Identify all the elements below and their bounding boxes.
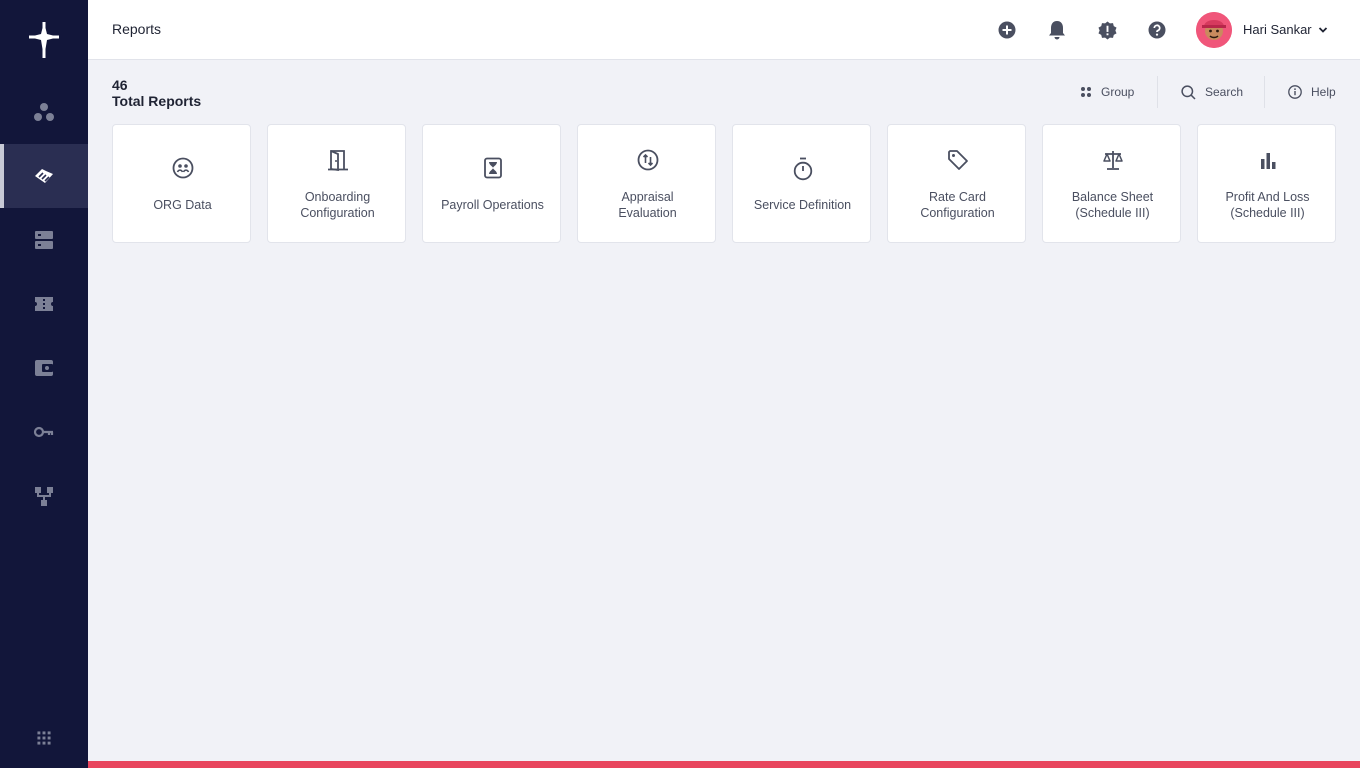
report-card-label: Configuration <box>300 206 375 220</box>
report-card-org-data[interactable]: ORG Data <box>112 124 251 243</box>
report-card-label: (Schedule III) <box>1230 206 1305 220</box>
bar-chart-icon <box>1260 153 1275 169</box>
report-card-label: ORG Data <box>153 198 212 212</box>
nav-item-servers[interactable] <box>0 208 88 272</box>
chevron-down-icon[interactable] <box>1317 24 1329 36</box>
group-dots-icon <box>34 103 54 121</box>
nav-item-workflow[interactable] <box>0 464 88 528</box>
page-title: Reports <box>112 21 162 37</box>
handshake-icon <box>35 169 53 183</box>
logo-icon <box>29 22 59 58</box>
user-name[interactable]: Hari Sankar <box>1243 22 1312 37</box>
user-avatar-icon <box>1196 12 1232 48</box>
alert-badge-icon <box>1097 20 1117 40</box>
toolbar-divider <box>1157 76 1158 108</box>
hierarchy-icon <box>35 487 53 506</box>
report-card-label: Onboarding <box>304 190 371 204</box>
report-card-label: Payroll Operations <box>441 198 544 212</box>
report-card-label: Appraisal <box>621 190 674 204</box>
group-button[interactable]: Group <box>1080 84 1134 100</box>
toolbar-divider <box>1264 76 1265 108</box>
nav-item-wallet[interactable] <box>0 336 88 400</box>
group-grid-icon <box>1081 87 1091 97</box>
info-icon <box>1288 85 1302 99</box>
total-reports-count: 46 <box>112 77 128 93</box>
report-card-payroll-operations[interactable]: Payroll Operations <box>422 124 561 243</box>
help-button[interactable]: Help <box>1288 84 1336 100</box>
exchange-circle-icon <box>637 149 658 171</box>
report-card-label: Service Definition <box>753 198 852 212</box>
balance-scale-icon <box>1102 151 1123 170</box>
nav-item-reports[interactable] <box>0 144 88 208</box>
search-icon <box>1181 84 1196 100</box>
sidebar <box>0 0 88 768</box>
app-logo[interactable] <box>0 0 88 80</box>
total-reports-label: Total Reports <box>112 93 202 109</box>
app-grid-icon <box>37 731 51 745</box>
notifications-button[interactable] <box>1046 19 1068 41</box>
report-card-rate-card-configuration[interactable]: Rate Card Configuration <box>887 124 1026 243</box>
ticket-icon <box>35 297 53 311</box>
search-label: Search <box>1205 85 1244 99</box>
price-tag-icon <box>947 150 968 170</box>
report-card-label: (Schedule III) <box>1075 206 1150 220</box>
report-card-balance-sheet[interactable]: Balance Sheet (Schedule III) <box>1042 124 1181 243</box>
org-people-icon <box>172 157 193 179</box>
report-card-service-definition[interactable]: Service Definition <box>732 124 871 243</box>
bell-icon <box>1049 21 1065 40</box>
report-card-onboarding-configuration[interactable]: Onboarding Configuration <box>267 124 406 243</box>
help-label: Help <box>1311 85 1336 99</box>
report-card-label: Profit And Loss <box>1225 190 1310 204</box>
add-button[interactable] <box>996 19 1018 41</box>
key-icon <box>33 426 54 438</box>
nav-item-access[interactable] <box>0 400 88 464</box>
nav-item-apps[interactable] <box>0 706 88 768</box>
server-icon <box>35 231 53 249</box>
report-card-appraisal-evaluation[interactable]: Appraisal Evaluation <box>577 124 716 243</box>
report-card-profit-and-loss[interactable]: Profit And Loss (Schedule III) <box>1197 124 1336 243</box>
nav-item-tickets[interactable] <box>0 272 88 336</box>
report-card-label: Evaluation <box>618 206 677 220</box>
bottom-accent-bar <box>88 761 1360 768</box>
alerts-button[interactable] <box>1096 19 1118 41</box>
door-icon <box>327 150 348 171</box>
plus-circle-icon <box>998 21 1016 39</box>
help-center-button[interactable] <box>1146 19 1168 41</box>
hourglass-icon <box>483 157 502 179</box>
search-button[interactable]: Search <box>1181 84 1243 100</box>
question-circle-icon <box>1148 21 1166 39</box>
stopwatch-icon <box>793 157 812 181</box>
nav-item-teams[interactable] <box>0 80 88 144</box>
report-card-label: Balance Sheet <box>1071 190 1154 204</box>
report-card-label: Rate Card <box>929 190 986 204</box>
report-card-label: Configuration <box>920 206 995 220</box>
group-label: Group <box>1101 85 1135 99</box>
avatar[interactable] <box>1196 12 1232 48</box>
top-bar: Reports Hari Sankar <box>88 0 1360 60</box>
wallet-icon <box>35 360 53 376</box>
